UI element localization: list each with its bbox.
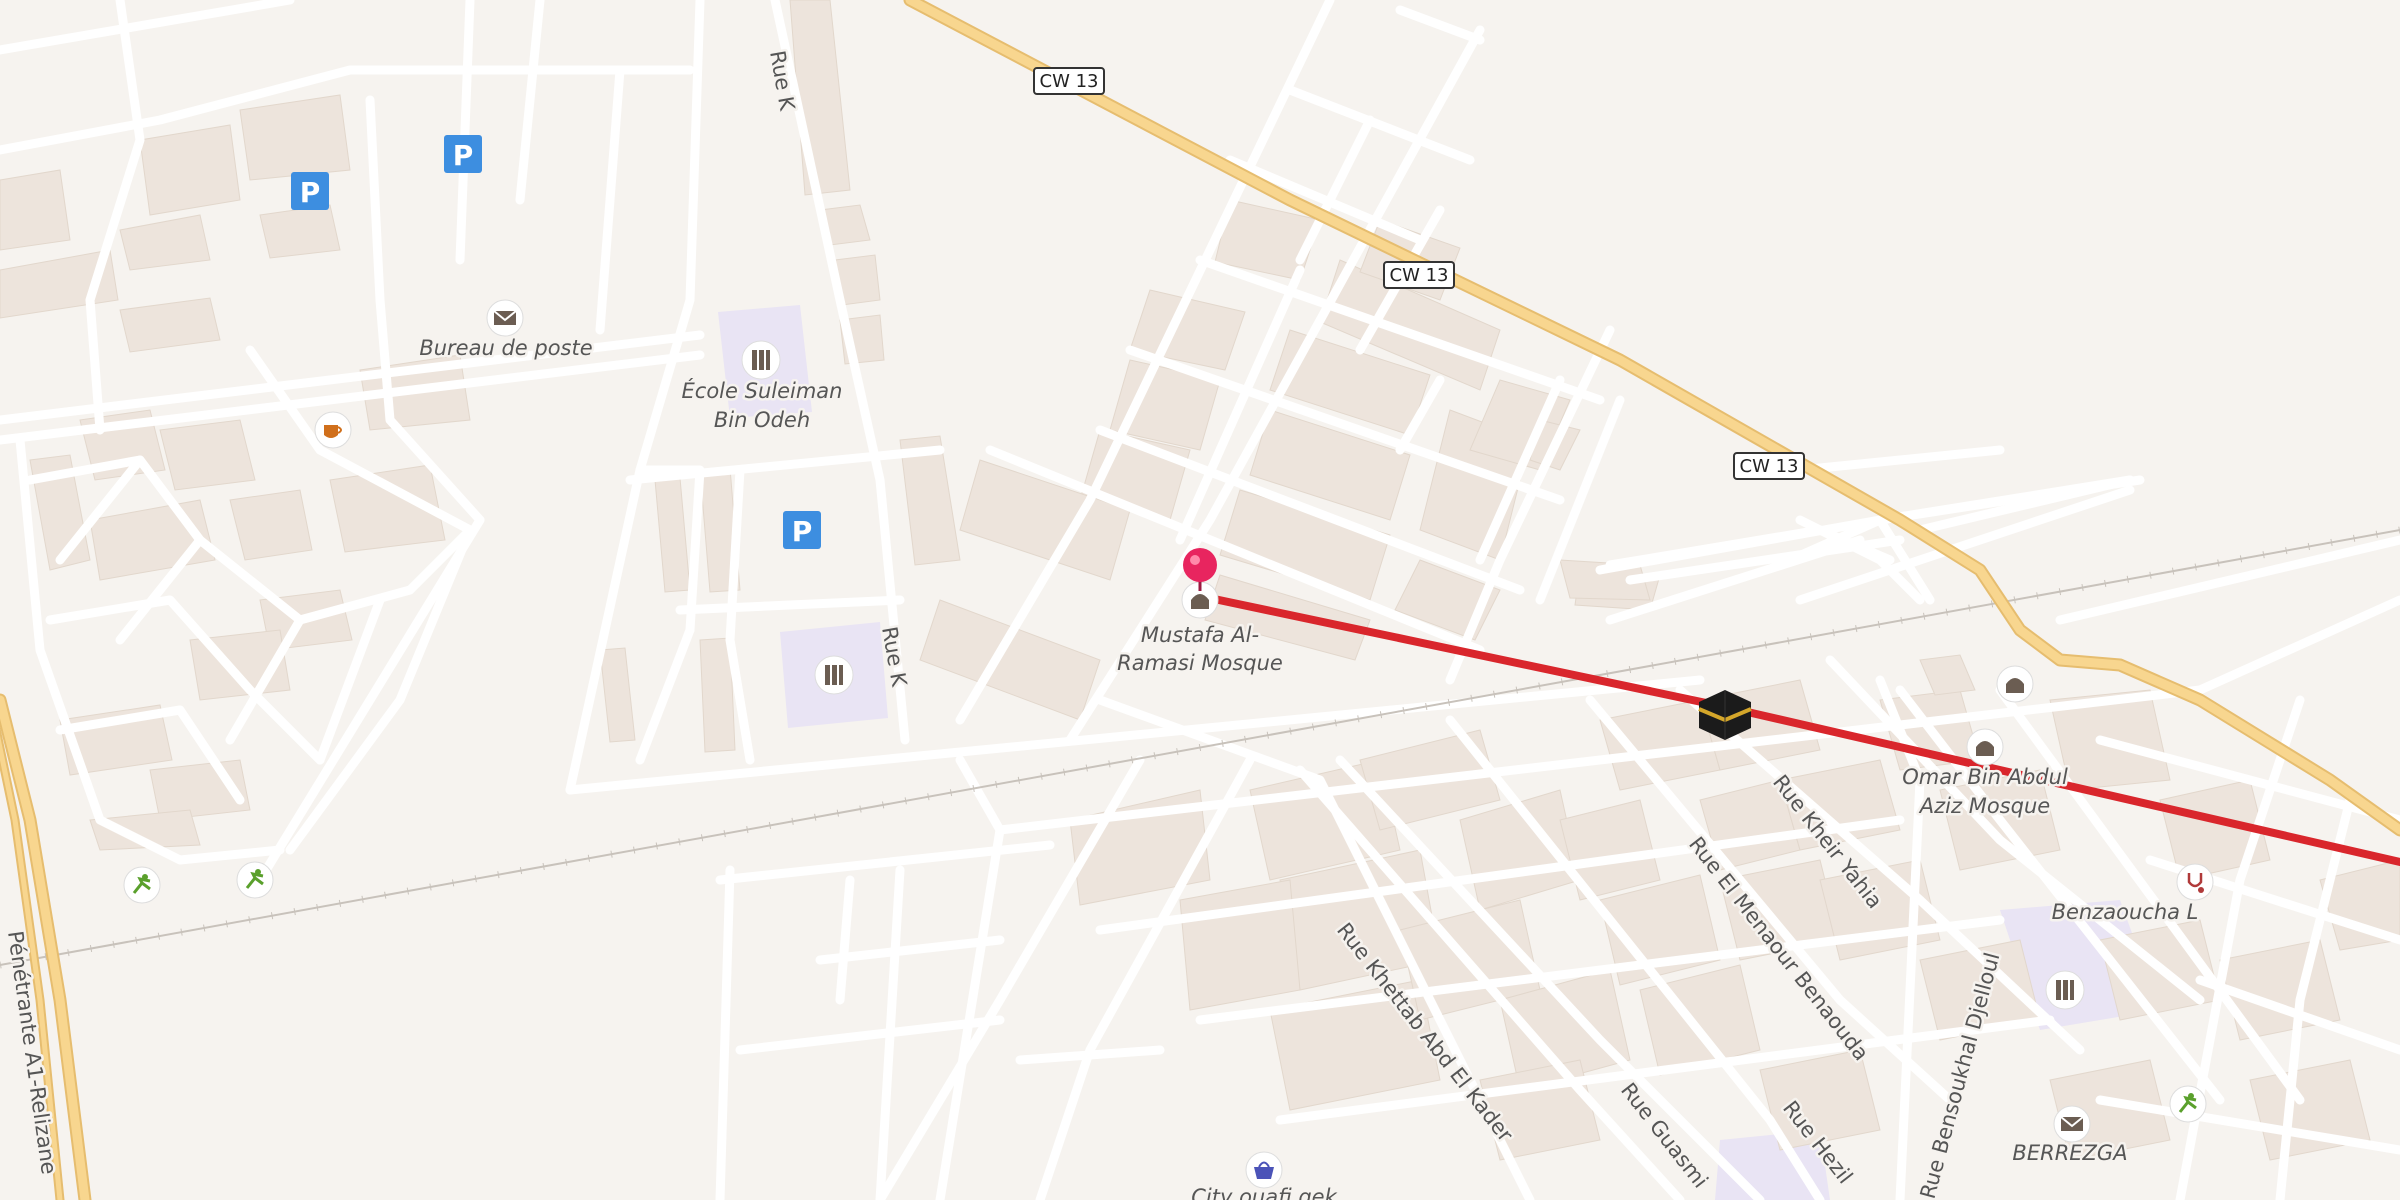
mosque-icon[interactable] [1966,728,2004,766]
parking-icon[interactable]: P [783,511,821,549]
poi-label: Omar Bin Abdul [1902,765,2068,789]
mail-icon[interactable] [2053,1105,2091,1143]
parking-icon[interactable]: P [291,172,329,210]
poi-label: Aziz Mosque [1918,794,2050,818]
sport-icon[interactable] [236,861,274,899]
sport-icon[interactable] [123,866,161,904]
road-shield-label: CW 13 [1390,265,1449,286]
mosque-icon[interactable] [1996,665,2034,703]
road-shield: CW 13 [1733,452,1805,480]
school-icon[interactable] [741,340,781,380]
road-shield-label: CW 13 [1040,71,1099,92]
poi-label: BERREZGA [2012,1141,2127,1165]
parking-icon[interactable]: P [444,135,482,173]
svg-text:P: P [792,515,813,548]
school-icon[interactable] [814,655,854,695]
poi-label: Bureau de poste [419,336,592,360]
poi-label: Mustafa Al- [1141,623,1259,647]
poi-label: École Suleiman [682,378,843,403]
cafe-icon[interactable] [314,411,352,449]
stethoscope-icon[interactable] [2176,863,2214,901]
road-shield: CW 13 [1033,67,1105,95]
svg-text:P: P [453,139,474,172]
poi-label: Benzaoucha L [2052,900,2199,924]
sport-icon[interactable] [2169,1085,2207,1123]
school-icon[interactable] [2045,970,2085,1010]
map-canvas[interactable]: CW 13 CW 13 CW 13 Rue K Rue K Rue Khetta… [0,0,2400,1200]
svg-text:P: P [300,176,321,209]
road-shield-label: CW 13 [1740,456,1799,477]
basket-icon[interactable] [1245,1151,1283,1189]
poi-label: Ramasi Mosque [1117,651,1283,675]
mail-icon[interactable] [486,299,524,337]
road-shield: CW 13 [1383,261,1455,289]
poi-label: Bin Odeh [714,408,810,432]
